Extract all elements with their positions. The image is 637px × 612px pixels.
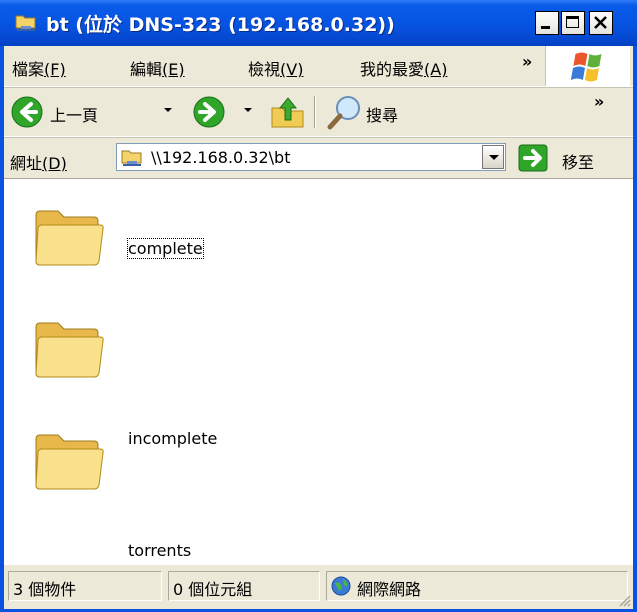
folder-label: torrents: [128, 541, 192, 560]
folder-label: complete: [127, 238, 204, 259]
title-bar[interactable]: bt (位於 DNS-323 (192.168.0.32)): [0, 0, 637, 46]
minimize-button[interactable]: [535, 11, 559, 35]
back-label: 上一頁: [50, 106, 99, 125]
search-button[interactable]: 搜尋: [326, 94, 422, 130]
window-title: bt (位於 DNS-323 (192.168.0.32)): [46, 14, 395, 36]
address-dropdown-button[interactable]: [482, 145, 504, 169]
menu-file-mnemonic: (F): [44, 60, 66, 79]
menu-overflow-chevron[interactable]: »: [522, 52, 532, 71]
windows-flag-icon: [570, 52, 602, 82]
close-icon: [594, 16, 607, 29]
address-value: \\192.168.0.32\bt: [151, 148, 291, 167]
status-object-count: 3 個物件: [8, 571, 162, 601]
menu-view-label: 檢視: [248, 60, 281, 79]
menu-file-label: 檔案: [12, 60, 45, 79]
menu-view-mnemonic: (V): [280, 60, 304, 79]
toolbar: 上一頁 搜尋 »: [4, 88, 633, 137]
maximize-button[interactable]: [561, 11, 585, 35]
folder-icon: [35, 434, 104, 490]
menu-favorites-label: 我的最愛: [360, 60, 425, 79]
explorer-window: bt (位於 DNS-323 (192.168.0.32)) 檔案(F) 編輯(…: [0, 0, 637, 612]
resize-grip-icon[interactable]: [617, 593, 631, 607]
menu-file[interactable]: 檔案(F): [12, 56, 66, 80]
minimize-icon: [541, 26, 550, 29]
back-arrow-icon: [11, 96, 43, 128]
folder-icon: [35, 210, 104, 266]
folder-view[interactable]: complete incomplete torrents: [4, 178, 633, 564]
go-button-label[interactable]: 移至: [562, 149, 594, 173]
folder-icon: [35, 322, 104, 378]
status-zone: 網際網路: [326, 571, 628, 601]
search-icon: [327, 96, 360, 130]
address-bar: 網址(D) \\192.168.0.32\bt 移至: [4, 138, 633, 178]
back-button[interactable]: 上一頁: [10, 94, 98, 130]
network-folder-icon: [121, 150, 142, 166]
search-label: 搜尋: [366, 106, 399, 125]
menu-edit-mnemonic: (E): [162, 60, 185, 79]
menu-edit[interactable]: 編輯(E): [130, 56, 185, 80]
menu-edit-label: 編輯: [130, 60, 163, 79]
status-size: 0 個位元組: [168, 571, 320, 601]
windows-logo: [545, 46, 630, 86]
forward-arrow-icon: [193, 96, 225, 128]
address-mnemonic: (D): [42, 154, 67, 173]
address-label: 網址(D): [10, 150, 67, 174]
address-input[interactable]: \\192.168.0.32\bt: [116, 143, 506, 171]
forward-dropdown-arrow[interactable]: [244, 108, 252, 112]
back-dropdown-arrow[interactable]: [164, 108, 172, 112]
menu-bar: 檔案(F) 編輯(E) 檢視(V) 我的最愛(A) »: [4, 46, 633, 87]
toolbar-separator: [314, 96, 315, 128]
close-button[interactable]: [589, 11, 613, 35]
toolbar-overflow-chevron[interactable]: »: [594, 92, 604, 111]
internet-globe-icon: [331, 576, 351, 596]
maximize-icon: [566, 16, 579, 28]
go-arrow-icon[interactable]: [518, 144, 548, 172]
menu-view[interactable]: 檢視(V): [248, 56, 303, 80]
status-bar: 3 個物件 0 個位元組 網際網路: [4, 564, 633, 609]
forward-button[interactable]: [192, 94, 228, 130]
up-folder-icon: [271, 97, 304, 128]
status-zone-label: 網際網路: [357, 580, 422, 599]
up-folder-button[interactable]: [268, 94, 308, 130]
network-folder-icon: [15, 15, 36, 31]
menu-favorites-mnemonic: (A): [424, 60, 448, 79]
window-body: 檔案(F) 編輯(E) 檢視(V) 我的最愛(A) » 上一頁 搜尋 » 網址(…: [4, 46, 633, 609]
menu-favorites[interactable]: 我的最愛(A): [360, 56, 447, 80]
folder-label: incomplete: [128, 429, 218, 448]
address-label-text: 網址: [10, 154, 43, 173]
